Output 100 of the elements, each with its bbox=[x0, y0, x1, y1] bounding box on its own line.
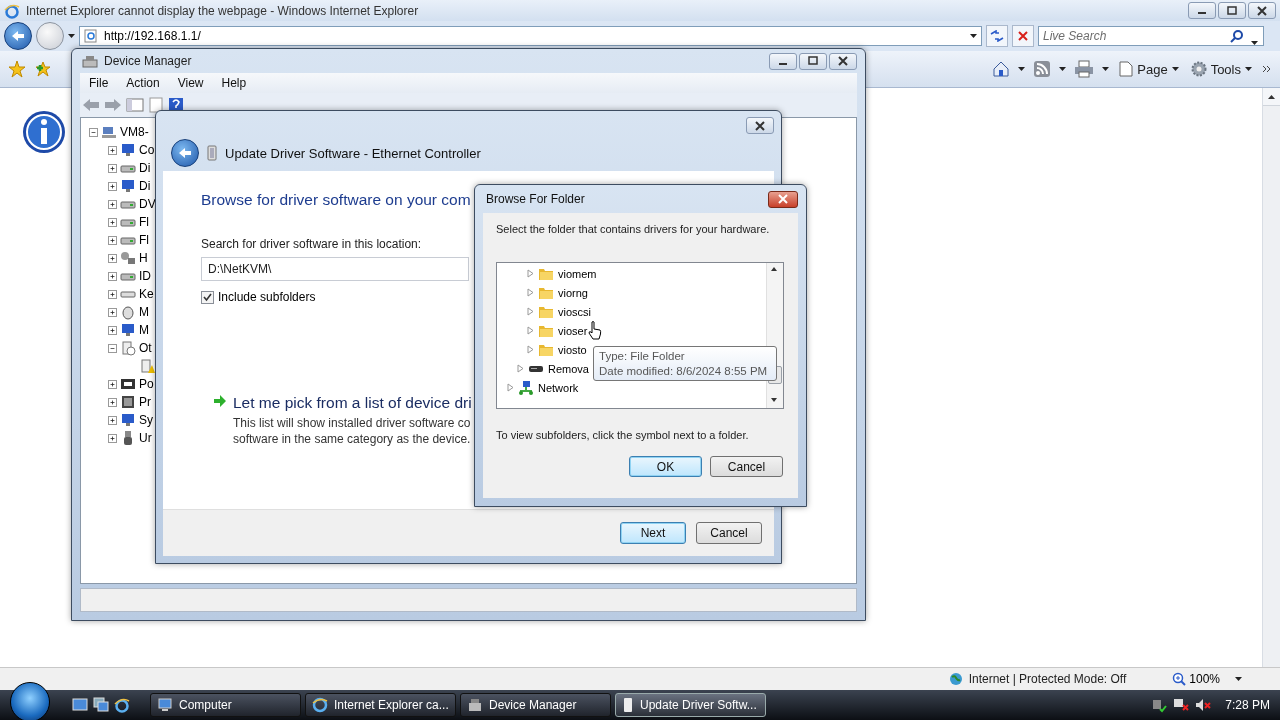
menu-item[interactable]: File bbox=[80, 76, 118, 90]
expand-icon[interactable] bbox=[108, 379, 117, 389]
expand-icon[interactable] bbox=[108, 325, 117, 335]
expand-triangle-icon[interactable] bbox=[517, 364, 524, 373]
tree-item[interactable]: VM8- bbox=[120, 125, 149, 139]
tree-item[interactable]: Fl bbox=[139, 233, 149, 247]
expand-triangle-icon[interactable] bbox=[527, 326, 534, 335]
stop-button[interactable] bbox=[1012, 25, 1034, 47]
dialog-button[interactable]: OK bbox=[629, 456, 702, 477]
zoom-icon[interactable] bbox=[1172, 672, 1187, 686]
menu-item[interactable]: Action bbox=[117, 76, 169, 90]
dialog-button[interactable]: Cancel bbox=[710, 456, 783, 477]
expand-icon[interactable] bbox=[108, 289, 117, 299]
checkbox[interactable] bbox=[201, 290, 214, 304]
clock[interactable]: 7:28 PM bbox=[1225, 698, 1270, 712]
menu-item[interactable]: Help bbox=[212, 76, 256, 90]
show-desktop-icon[interactable] bbox=[72, 697, 88, 713]
tree-item[interactable]: Pr bbox=[139, 395, 151, 409]
menu-item[interactable]: View bbox=[168, 76, 213, 90]
home-icon[interactable] bbox=[992, 60, 1011, 78]
favorites-star-icon[interactable] bbox=[8, 60, 26, 78]
start-button[interactable] bbox=[10, 682, 50, 720]
expand-icon[interactable] bbox=[108, 307, 117, 317]
dropdown-caret-icon[interactable] bbox=[970, 34, 977, 38]
restore-button[interactable] bbox=[1218, 2, 1246, 19]
back-button[interactable] bbox=[4, 22, 32, 50]
properties-icon[interactable] bbox=[148, 97, 164, 113]
tree-item[interactable]: Po bbox=[139, 377, 154, 391]
taskbar-button[interactable]: Update Driver Softw... bbox=[615, 693, 766, 717]
expand-icon[interactable] bbox=[108, 397, 117, 407]
tree-item[interactable]: ID bbox=[139, 269, 151, 283]
expand-icon[interactable] bbox=[108, 217, 117, 227]
tree-item[interactable]: Ot bbox=[139, 341, 152, 355]
expand-icon[interactable] bbox=[108, 271, 117, 281]
folder-item[interactable]: viorng bbox=[558, 286, 588, 299]
expand-triangle-icon[interactable] bbox=[527, 345, 534, 354]
command-link[interactable]: Let me pick from a list of device dri bbox=[233, 394, 472, 412]
command-menu-button[interactable]: Tools bbox=[1210, 61, 1241, 77]
close-button[interactable] bbox=[768, 190, 798, 208]
collapse-icon[interactable] bbox=[89, 127, 98, 137]
zoom-level-button[interactable]: 100% bbox=[1189, 672, 1220, 686]
taskbar-button[interactable]: Internet Explorer ca... bbox=[305, 693, 456, 717]
back-button[interactable] bbox=[171, 139, 199, 167]
caret-icon[interactable] bbox=[1245, 67, 1252, 71]
tree-item[interactable]: Ur bbox=[139, 431, 152, 445]
caret-icon[interactable] bbox=[1235, 677, 1242, 681]
folder-item[interactable]: viosto bbox=[558, 343, 587, 356]
refresh-button[interactable] bbox=[986, 25, 1008, 47]
chevron-icon[interactable] bbox=[1262, 65, 1272, 73]
muted-speaker-icon[interactable] bbox=[1195, 697, 1212, 713]
switch-windows-icon[interactable] bbox=[93, 697, 109, 713]
expand-icon[interactable] bbox=[108, 163, 117, 173]
scrollbar[interactable] bbox=[1262, 88, 1280, 667]
close-button[interactable] bbox=[746, 117, 774, 134]
expand-triangle-icon[interactable] bbox=[527, 288, 534, 297]
tree-item[interactable]: Fl bbox=[139, 215, 149, 229]
collapse-icon[interactable] bbox=[108, 343, 117, 353]
expand-icon[interactable] bbox=[108, 433, 117, 443]
checkbox-label[interactable]: Include subfolders bbox=[218, 290, 316, 304]
command-menu-button[interactable]: Page bbox=[1137, 61, 1168, 77]
tree-item[interactable]: Ke bbox=[139, 287, 154, 301]
dialog-button[interactable]: Cancel bbox=[696, 522, 762, 544]
taskbar-button[interactable]: Computer bbox=[150, 693, 301, 717]
tree-item[interactable]: Di bbox=[139, 179, 151, 193]
close-button[interactable] bbox=[1248, 2, 1276, 19]
expand-icon[interactable] bbox=[108, 145, 117, 155]
expand-triangle-icon[interactable] bbox=[527, 307, 534, 316]
expand-triangle-icon[interactable] bbox=[507, 383, 514, 392]
tree-item[interactable]: M bbox=[139, 305, 149, 319]
feed-icon[interactable] bbox=[1033, 60, 1052, 78]
search-icon[interactable] bbox=[1230, 29, 1244, 43]
tree-item[interactable]: Sy bbox=[139, 413, 153, 427]
folder-item[interactable]: vioscsi bbox=[558, 305, 591, 318]
caret-icon[interactable] bbox=[68, 34, 75, 38]
browser-icon[interactable] bbox=[114, 697, 130, 713]
caret-icon[interactable] bbox=[1018, 67, 1026, 71]
tree-item[interactable]: DV bbox=[139, 197, 156, 211]
printer-icon[interactable] bbox=[1074, 60, 1095, 78]
caret-icon[interactable] bbox=[1059, 67, 1067, 71]
location-field[interactable]: D:\NetKVM\ bbox=[201, 257, 469, 281]
scroll-up-icon[interactable] bbox=[1268, 94, 1275, 99]
tree-item[interactable]: M bbox=[139, 323, 149, 337]
expand-icon[interactable] bbox=[108, 199, 117, 209]
minimize-button[interactable] bbox=[1188, 2, 1216, 19]
tree-item[interactable]: H bbox=[139, 251, 148, 265]
maximize-button[interactable] bbox=[799, 52, 827, 70]
expand-icon[interactable] bbox=[108, 235, 117, 245]
folder-item[interactable]: viomem bbox=[558, 267, 597, 280]
network-tray-icon[interactable] bbox=[1151, 697, 1168, 713]
expand-triangle-icon[interactable] bbox=[527, 269, 534, 278]
folder-item[interactable]: Network bbox=[538, 381, 579, 394]
folder-item[interactable]: Remova bbox=[548, 362, 589, 375]
display-tray-icon[interactable] bbox=[1173, 697, 1190, 713]
dialog-button[interactable]: Next bbox=[620, 522, 686, 544]
expand-icon[interactable] bbox=[108, 181, 117, 191]
search-field[interactable]: Live Search bbox=[1038, 26, 1264, 46]
expand-icon[interactable] bbox=[108, 415, 117, 425]
caret-icon[interactable] bbox=[1171, 67, 1179, 71]
tree-item[interactable]: Co bbox=[139, 143, 155, 157]
caret-icon[interactable] bbox=[1251, 41, 1258, 45]
